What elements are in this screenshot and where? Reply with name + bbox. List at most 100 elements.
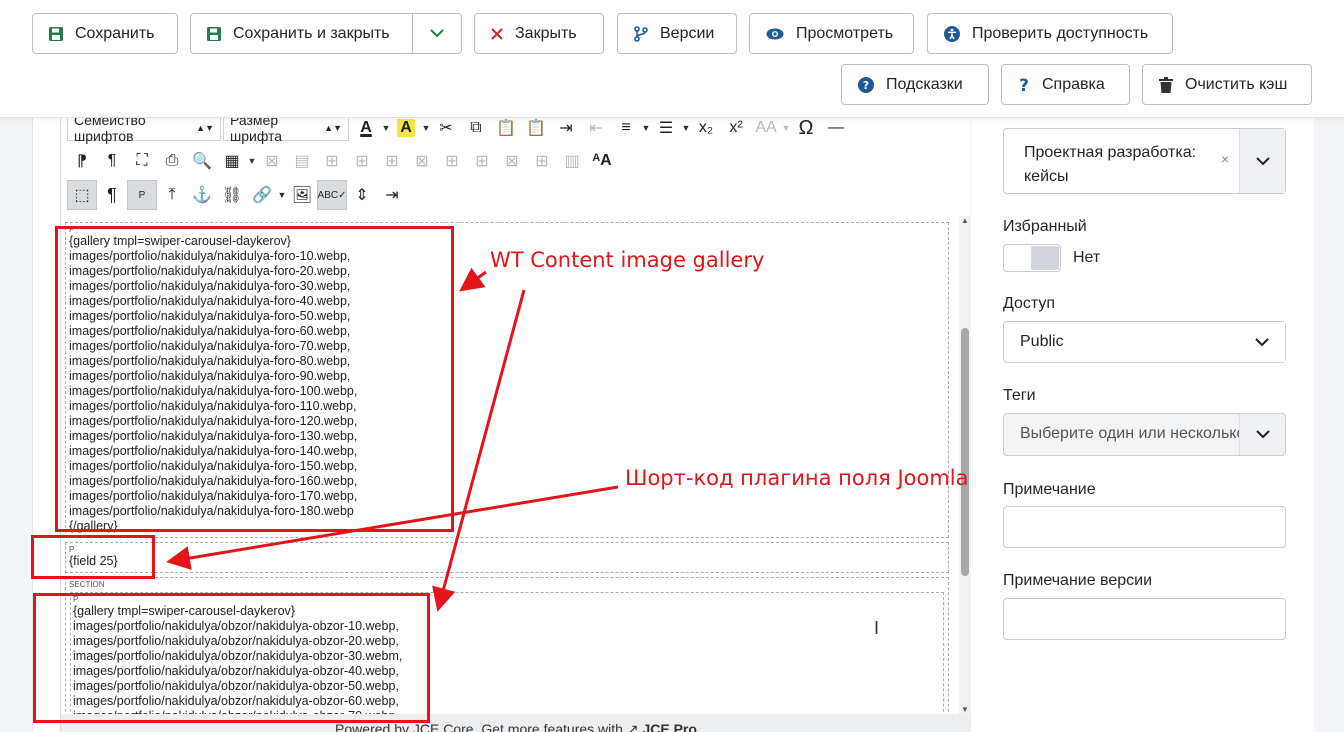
annotation-gallery-note: WT Content image gallery [490, 248, 765, 272]
insert-icon[interactable]: ⤒ [157, 180, 187, 210]
delete-col-icon[interactable]: ⊠ [497, 146, 527, 176]
row-after-icon[interactable]: ⊞ [377, 146, 407, 176]
options-panel: Проектная разработка: кейсы × Избранный … [971, 118, 1344, 732]
tags-label: Теги [1003, 387, 1036, 404]
row-before-icon[interactable]: ⊞ [347, 146, 377, 176]
block-tag: SECTION [69, 580, 105, 589]
link-icon[interactable]: 🔗 [247, 180, 277, 210]
trash-icon [1159, 76, 1173, 93]
save-icon [207, 26, 221, 41]
table-cell-props-icon[interactable]: ⊞ [317, 146, 347, 176]
toolbar: Сохранить Сохранить и закрыть Закрыть Ве… [0, 0, 1344, 118]
caret-down-icon[interactable]: ▼ [421, 123, 431, 133]
visual-aid-icon[interactable]: ⬚ [67, 180, 97, 210]
svg-text:?: ? [1019, 77, 1029, 93]
table-icon[interactable]: ▦ [217, 146, 247, 176]
annotation-shortcode-note: Шорт-код плагина поля Joomla [625, 466, 969, 490]
featured-toggle[interactable] [1003, 244, 1061, 272]
help-button[interactable]: ? Справка [1001, 64, 1130, 105]
rtl-icon[interactable]: ¶ [97, 146, 127, 176]
clear-cache-button[interactable]: Очистить кэш [1142, 64, 1312, 105]
col-before-icon[interactable]: ⊞ [437, 146, 467, 176]
category-value: Проектная разработка: кейсы [1024, 144, 1197, 185]
access-label: Доступ [1003, 295, 1056, 312]
accessibility-icon [944, 25, 960, 42]
caret-down-icon[interactable]: ▼ [247, 156, 257, 166]
merge-cells-icon[interactable]: ▥ [557, 146, 587, 176]
access-select[interactable]: Public [1003, 321, 1286, 363]
caret-down-icon[interactable]: ▼ [381, 123, 391, 133]
page-break-icon[interactable]: ⇕ [347, 180, 377, 210]
delete-row-icon[interactable]: ⊠ [407, 146, 437, 176]
tags-select[interactable]: Выберите один или несколько тегов [1003, 413, 1286, 456]
annotation-box-gallery-1 [55, 226, 454, 532]
chevron-down-icon[interactable] [1239, 129, 1285, 193]
select-arrow-icon: ▲▼ [196, 123, 214, 133]
versions-button[interactable]: Версии [617, 13, 737, 54]
access-value: Public [1020, 333, 1064, 350]
save-icon [49, 26, 63, 41]
select-arrow-icon: ▲▼ [324, 123, 342, 133]
svg-text:?: ? [863, 79, 869, 92]
paragraph-block[interactable]: P {field 25} [65, 542, 949, 573]
close-label: Закрыть [515, 24, 577, 42]
caret-down-icon[interactable]: ▼ [681, 123, 691, 133]
search-icon[interactable]: 🔍 [187, 146, 217, 176]
split-cells-icon[interactable]: ⊞ [527, 146, 557, 176]
read-more-icon[interactable]: ⇥ [377, 180, 407, 210]
scroll-up-icon[interactable]: ▲ [959, 216, 971, 225]
field-shortcode: {field 25} [69, 554, 118, 568]
caret-down-icon[interactable]: ▼ [781, 123, 791, 133]
editor-toolbar-row-2: ⁋ ¶ ⛶ ⎙ 🔍 ▦ ▼ ⊠ ▤ ⊞ ⊞ ⊞ ⊠ ⊞ ⊞ ⊠ ⊞ ▥ ᴬA [67, 145, 617, 177]
table-delete-icon[interactable]: ⊠ [257, 146, 287, 176]
accessibility-check-button[interactable]: Проверить доступность [927, 13, 1173, 54]
text-cursor-icon: I [874, 618, 880, 638]
featured-value: Нет [1073, 249, 1101, 266]
note-label: Примечание [1003, 481, 1096, 498]
print-icon[interactable]: ⎙ [157, 146, 187, 176]
anchor-icon[interactable]: ⚓ [187, 180, 217, 210]
preview-button[interactable]: Просмотреть [749, 13, 914, 54]
col-after-icon[interactable]: ⊞ [467, 146, 497, 176]
chevron-down-icon [430, 29, 444, 38]
version-note-input[interactable] [1003, 598, 1286, 640]
table-row-props-icon[interactable]: ▤ [287, 146, 317, 176]
scroll-down-icon[interactable]: ▼ [959, 705, 971, 714]
clear-icon[interactable]: × [1221, 151, 1229, 167]
external-link-icon: ↗ [626, 721, 639, 732]
unlink-icon[interactable]: ⛓ [217, 180, 247, 210]
ltr-icon[interactable]: ⁋ [67, 146, 97, 176]
format-icon[interactable]: ᴬA [587, 146, 617, 176]
save-button[interactable]: Сохранить [32, 13, 178, 54]
fullscreen-icon[interactable]: ⛶ [127, 146, 157, 176]
save-and-close-button[interactable]: Сохранить и закрыть [190, 13, 413, 54]
featured-label: Избранный [1003, 218, 1087, 235]
clear-cache-label: Очистить кэш [1185, 75, 1288, 93]
spellcheck-icon[interactable]: ABC✓ [317, 180, 347, 210]
editor-scrollbar[interactable]: ▲ ▼ [959, 216, 971, 714]
category-select[interactable]: Проектная разработка: кейсы × [1003, 128, 1286, 194]
scrollbar-thumb[interactable] [961, 328, 969, 576]
versions-label: Версии [660, 24, 715, 42]
caret-down-icon[interactable]: ▼ [277, 190, 287, 200]
toggle-knob [1031, 246, 1059, 270]
note-input[interactable] [1003, 506, 1286, 548]
show-blocks-icon[interactable]: P [127, 180, 157, 210]
footer-brand-link[interactable]: JCE Pro [642, 721, 696, 732]
eye-icon [766, 28, 784, 39]
options-card: Проектная разработка: кейсы × Избранный … [971, 118, 1314, 732]
font-family-select[interactable]: Семейство шрифтов ▲▼ [67, 112, 221, 144]
save-label: Сохранить [75, 24, 155, 42]
caret-down-icon[interactable]: ▼ [641, 123, 651, 133]
annotation-box-field [31, 535, 155, 579]
hints-button[interactable]: ? Подсказки [841, 64, 989, 105]
accessibility-label: Проверить доступность [972, 24, 1149, 42]
branch-icon [634, 25, 648, 42]
preview-label: Просмотреть [796, 24, 894, 42]
show-blocks-paragraph-icon[interactable]: ¶ [97, 180, 127, 210]
font-size-select[interactable]: Размер шрифта ▲▼ [223, 112, 349, 144]
image-icon[interactable]: 🖼 [287, 180, 317, 210]
annotation-box-gallery-2 [33, 593, 430, 723]
save-options-dropdown[interactable] [412, 13, 462, 54]
close-button[interactable]: Закрыть [474, 13, 604, 54]
